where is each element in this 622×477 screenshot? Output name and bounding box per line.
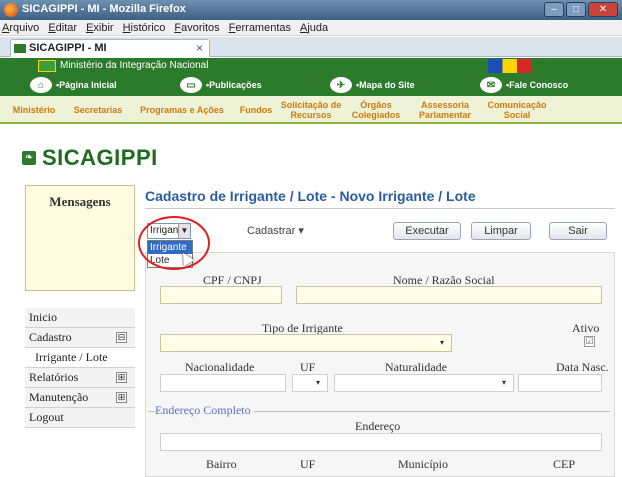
bairro-label: Bairro xyxy=(206,457,237,471)
cep-label: CEP xyxy=(553,457,576,471)
section-nav: Ministério Secretarias Programas e Ações… xyxy=(0,96,622,124)
endereco-legend: Endereço Completo xyxy=(155,403,254,418)
window-controls: – □ ✕ xyxy=(544,2,618,17)
section-assessoria[interactable]: Assessoria Parlamentar xyxy=(412,96,478,124)
section-ministerio[interactable]: Ministério xyxy=(4,96,64,124)
chevron-down-icon: ▾ xyxy=(440,338,445,347)
side-menu-logout[interactable]: Logout xyxy=(25,408,135,428)
minimize-button[interactable]: – xyxy=(544,2,564,17)
side-menu-manutencao[interactable]: Manutenção ⊞ xyxy=(25,388,135,408)
side-menu-cadastro[interactable]: Cadastro ⊟ xyxy=(25,328,135,348)
data-nasc-input[interactable] xyxy=(518,374,602,392)
tab-bar: SICAGIPPI - MI × xyxy=(0,37,622,57)
side-menu-inicio[interactable]: Inicio xyxy=(25,308,135,328)
form-toolbar: Irrigante ▼ Cadastrar ▾ Executar Limpar … xyxy=(145,220,615,242)
side-menu: Inicio Cadastro ⊟ Irrigante / Lote Relat… xyxy=(25,308,135,428)
cpf-input[interactable] xyxy=(160,286,282,304)
mail-icon: ✉ xyxy=(480,77,502,93)
ativo-checkbox[interactable]: ☑ xyxy=(584,336,595,347)
site-favicon-icon xyxy=(14,44,26,53)
sair-button[interactable]: Sair xyxy=(549,222,607,240)
uf-select[interactable] xyxy=(292,374,328,392)
firefox-icon xyxy=(4,3,18,17)
limpar-button[interactable]: Limpar xyxy=(471,222,531,240)
nav-pagina-inicial[interactable]: ⌂ •Página Inicial xyxy=(30,77,117,93)
app-logo-icon: ❧ xyxy=(22,151,36,165)
menu-favoritos[interactable]: Favoritos xyxy=(174,20,219,35)
uf2-label: UF xyxy=(300,457,316,471)
menu-editar[interactable]: Editar xyxy=(48,20,77,35)
nacionalidade-input[interactable] xyxy=(160,374,286,392)
ativo-label: Ativo xyxy=(572,321,600,335)
section-programas[interactable]: Programas e Ações xyxy=(132,96,232,124)
expand-icon[interactable]: ⊞ xyxy=(116,392,127,403)
gov-nav: ⌂ •Página Inicial ▭ •Publicações ✈ •Mapa… xyxy=(0,74,622,96)
collapse-icon[interactable]: ⊟ xyxy=(116,332,127,343)
side-menu-irrigante-lote[interactable]: Irrigante / Lote xyxy=(25,348,135,368)
chevron-down-icon: ▾ xyxy=(316,378,321,387)
uf-label: UF xyxy=(300,360,316,374)
tab-close-icon[interactable]: × xyxy=(196,41,203,55)
endereco-input[interactable] xyxy=(160,433,602,451)
data-nasc-label: Data Nasc. xyxy=(556,360,609,374)
cadastrar-menu[interactable]: Cadastrar ▾ xyxy=(247,224,304,237)
section-comunicacao[interactable]: Comunicação Social xyxy=(484,96,550,124)
naturalidade-label: Naturalidade xyxy=(385,360,447,374)
nav-mapa-do-site[interactable]: ✈ •Mapa do Site xyxy=(330,77,415,93)
close-window-button[interactable]: ✕ xyxy=(588,2,618,17)
tipo-irrigante-select[interactable] xyxy=(160,334,452,352)
endereco-label: Endereço xyxy=(355,419,401,433)
nome-input[interactable] xyxy=(296,286,602,304)
title-divider xyxy=(145,208,615,209)
section-solicitacao[interactable]: Solicitação de Recursos xyxy=(280,96,342,124)
chevron-down-icon: ▾ xyxy=(502,378,507,387)
app-logo: ❧ SICAGIPPI xyxy=(22,145,158,171)
messages-box: Mensagens xyxy=(25,185,135,291)
menu-ferramentas[interactable]: Ferramentas xyxy=(229,20,291,35)
menu-historico[interactable]: Histórico xyxy=(123,20,166,35)
window-titlebar: SICAGIPPI - MI - Mozilla Firefox – □ ✕ xyxy=(0,0,622,20)
nacionalidade-label: Nacionalidade xyxy=(185,360,255,374)
menu-bar: Arquivo Editar Exibir Histórico Favorito… xyxy=(0,20,622,36)
home-icon: ⌂ xyxy=(30,77,52,93)
browser-tab[interactable]: SICAGIPPI - MI × xyxy=(10,39,210,57)
window-title: SICAGIPPI - MI - Mozilla Firefox xyxy=(22,3,186,15)
menu-arquivo[interactable]: Arquivo xyxy=(2,20,39,35)
tab-label: SICAGIPPI - MI xyxy=(29,42,107,54)
municipio-label: Município xyxy=(398,457,448,471)
messages-title: Mensagens xyxy=(49,194,111,209)
naturalidade-select[interactable] xyxy=(334,374,514,392)
gov-header: Ministério da Integração Nacional xyxy=(0,58,622,74)
section-fundos[interactable]: Fundos xyxy=(236,96,276,124)
executar-button[interactable]: Executar xyxy=(393,222,461,240)
app-logo-text: SICAGIPPI xyxy=(42,145,158,170)
highlight-circle xyxy=(138,216,210,270)
brazil-flag-icon xyxy=(38,60,56,72)
nav-fale-conosco[interactable]: ✉ •Fale Conosco xyxy=(480,77,568,93)
map-icon: ✈ xyxy=(330,77,352,93)
expand-icon[interactable]: ⊞ xyxy=(116,372,127,383)
side-menu-relatorios[interactable]: Relatórios ⊞ xyxy=(25,368,135,388)
nav-publicacoes[interactable]: ▭ •Publicações xyxy=(180,77,262,93)
section-secretarias[interactable]: Secretarias xyxy=(66,96,130,124)
pac-logo xyxy=(488,59,546,73)
page-title: Cadastro de Irrigante / Lote - Novo Irri… xyxy=(145,188,476,204)
menu-ajuda[interactable]: Ajuda xyxy=(300,20,328,35)
menu-exibir[interactable]: Exibir xyxy=(86,20,114,35)
section-orgaos[interactable]: Órgãos Colegiados xyxy=(346,96,406,124)
ministry-name[interactable]: Ministério da Integração Nacional xyxy=(60,60,208,71)
book-icon: ▭ xyxy=(180,77,202,93)
maximize-button[interactable]: □ xyxy=(566,2,586,17)
